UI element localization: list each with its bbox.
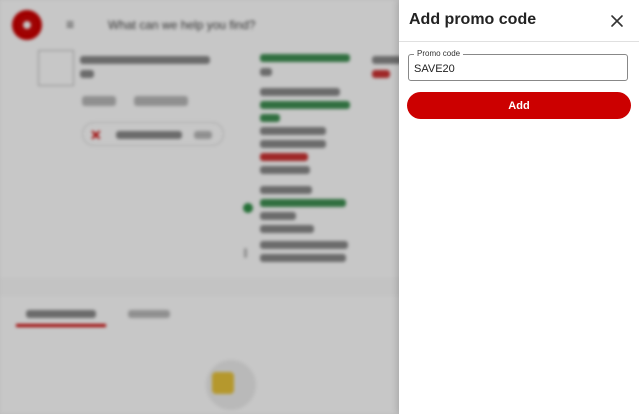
promo-code-input[interactable] <box>414 61 619 76</box>
close-icon <box>611 15 623 27</box>
promo-code-label: Promo code <box>414 49 464 59</box>
promo-drawer: Add promo code Promo code Add <box>399 0 639 414</box>
close-button[interactable] <box>605 9 629 33</box>
add-button[interactable]: Add <box>407 92 631 119</box>
drawer-title: Add promo code <box>409 11 537 28</box>
promo-code-field: Promo code <box>408 49 628 81</box>
drawer-header: Add promo code <box>399 0 639 42</box>
